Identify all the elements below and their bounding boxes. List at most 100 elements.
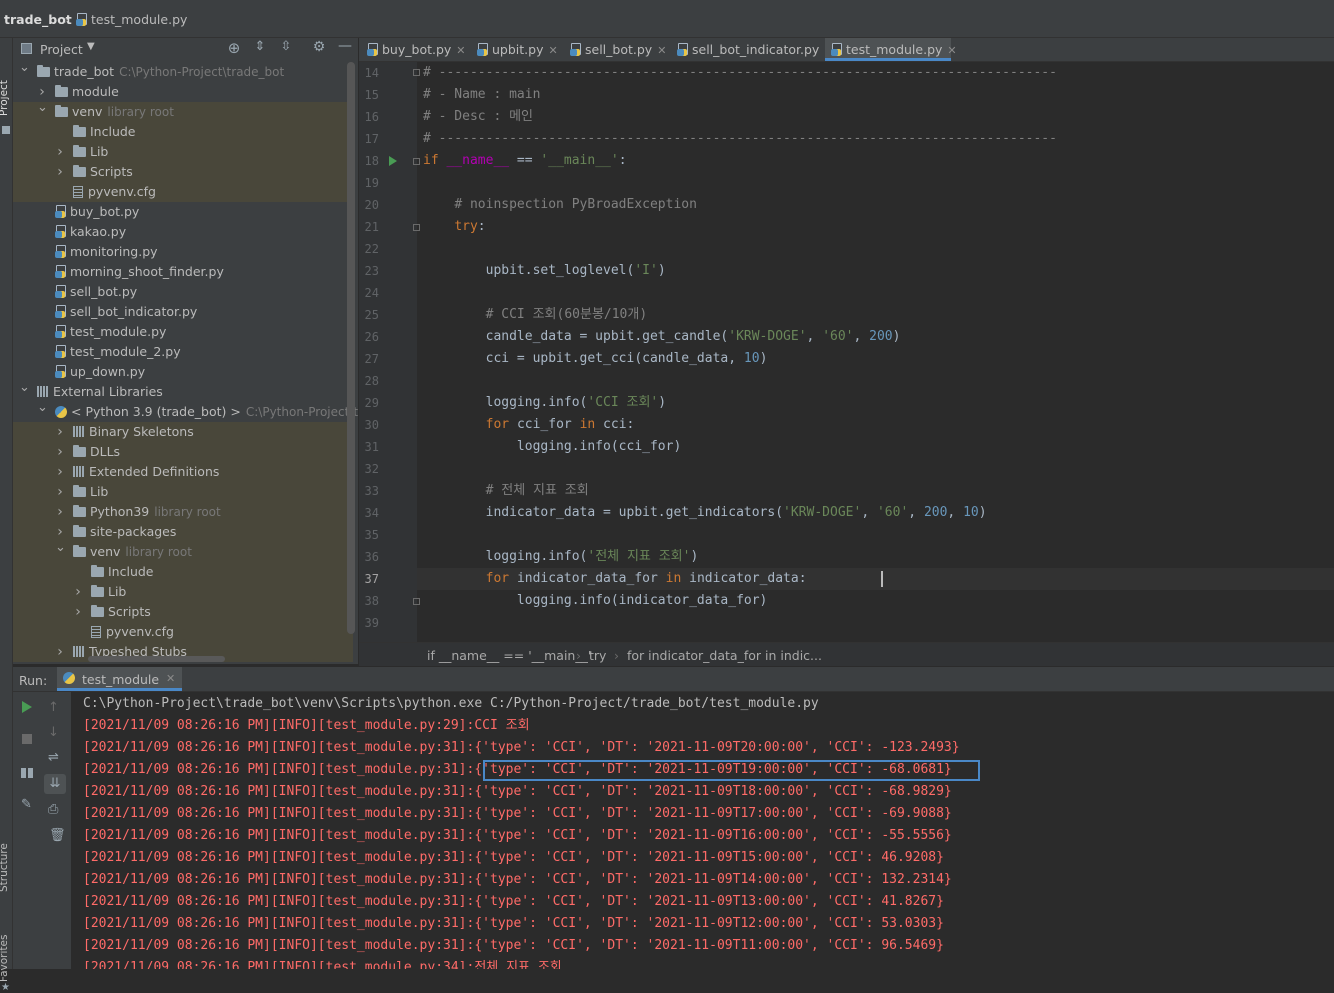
tree-item[interactable]: ⌄ trade_bot C:\Python-Project\trade_bot — [13, 60, 353, 82]
console-line: [2021/11/09 08:26:16 PM][INFO][test_modu… — [83, 828, 952, 843]
trash-icon[interactable]: 🗑 — [49, 828, 66, 843]
tree-item-hint: C:\Python-Project\trade_bot — [119, 65, 285, 79]
tree-item[interactable]: › DLLs — [13, 442, 353, 462]
breadcrumb-file[interactable]: test_module.py — [76, 12, 187, 27]
editor-breadcrumb-for[interactable]: for indicator_data_for in indic... — [627, 648, 822, 663]
stop-icon[interactable] — [22, 734, 32, 744]
tree-item[interactable]: pyvenv.cfg — [13, 182, 353, 202]
line-number: 33 — [364, 484, 379, 498]
tree-item[interactable]: Include — [13, 122, 353, 142]
tree-item[interactable]: ⌄ External Libraries — [13, 380, 353, 402]
fold-marker-icon[interactable] — [413, 69, 420, 76]
chevron-down-icon[interactable]: ▼ — [87, 41, 95, 52]
tree-item[interactable]: ⌄ < Python 3.9 (trade_bot) > C:\Python-Pro… — [13, 400, 385, 422]
chevron-down-icon[interactable]: ⌄ — [19, 378, 30, 398]
tree-item[interactable]: sell_bot.py — [13, 282, 353, 302]
project-scrollbar[interactable] — [347, 62, 355, 634]
tree-item[interactable]: test_module.py — [13, 322, 353, 342]
chevron-right-icon[interactable]: › — [55, 642, 65, 662]
tree-item[interactable]: › Scripts — [13, 602, 353, 622]
folder-icon — [73, 485, 86, 497]
gear-icon[interactable]: ⚙ — [311, 39, 327, 55]
chevron-down-icon[interactable]: ⌄ — [37, 398, 48, 418]
python-file-icon — [570, 43, 582, 56]
restore-layout-icon[interactable] — [21, 768, 33, 778]
chevron-right-icon[interactable]: › — [55, 162, 65, 182]
tree-item[interactable]: monitoring.py — [13, 242, 353, 262]
collapse-all-icon[interactable]: ⇳ — [278, 39, 294, 54]
tree-item[interactable]: › Lib — [13, 142, 353, 162]
fold-marker-icon[interactable] — [413, 158, 420, 165]
chevron-right-icon[interactable]: › — [55, 502, 65, 522]
breadcrumb-project[interactable]: trade_bot — [4, 12, 72, 27]
editor-breadcrumb-try[interactable]: try — [589, 648, 606, 663]
editor-breadcrumb-separator-icon: › — [614, 648, 619, 663]
tree-item-label: pyvenv.cfg — [88, 184, 156, 199]
chevron-right-icon[interactable]: › — [55, 442, 65, 462]
editor-tab-upbit-py[interactable]: upbit.py ✕ — [471, 38, 558, 61]
close-icon[interactable]: ✕ — [548, 44, 557, 57]
tree-item[interactable]: › Lib — [13, 582, 353, 602]
run-console[interactable]: C:\Python-Project\trade_bot\venv\Scripts… — [71, 692, 1334, 969]
project-view-selector[interactable]: Project — [40, 42, 83, 57]
chevron-down-icon[interactable]: ⌄ — [55, 538, 66, 558]
tree-item[interactable]: up_down.py — [13, 362, 353, 382]
tree-item[interactable]: › Python39 library root — [13, 502, 353, 522]
folder-icon — [73, 125, 86, 137]
chevron-right-icon[interactable]: › — [55, 482, 65, 502]
soft-wrap-icon[interactable]: ⇌ — [48, 750, 59, 765]
rerun-icon[interactable] — [22, 701, 32, 713]
print-icon[interactable]: ⎙ — [48, 802, 58, 817]
close-icon[interactable]: ✕ — [947, 44, 956, 57]
tree-item[interactable]: › module — [13, 82, 353, 102]
run-gutter-icon[interactable] — [389, 156, 397, 166]
close-icon[interactable]: ✕ — [166, 672, 175, 685]
run-tab-test-module[interactable]: test_module ✕ — [57, 667, 182, 691]
code-editor[interactable]: 14 15 16 17 18 19 20 21 22 23 24 25 26 27 28 29 30 31 32 33… — [359, 62, 1334, 642]
chevron-right-icon[interactable]: › — [55, 422, 65, 442]
tree-item[interactable]: Include — [13, 562, 353, 582]
tree-item[interactable]: morning_shoot_finder.py — [13, 262, 353, 282]
fold-marker-icon[interactable] — [413, 598, 420, 605]
tree-item[interactable]: › Binary Skeletons — [13, 422, 353, 442]
code-token: indicator_data = upbit.get_indicators( — [423, 505, 784, 520]
chevron-right-icon[interactable]: › — [73, 602, 83, 622]
scroll-to-end-icon[interactable]: ⇊ — [44, 774, 66, 794]
code-token: # - Name : main — [423, 87, 541, 102]
favorites-tool-tab[interactable]: Favorites — [0, 935, 10, 982]
close-icon[interactable]: ✕ — [456, 44, 465, 57]
arrow-down-icon[interactable]: ↓ — [48, 725, 59, 740]
tree-item[interactable]: › Lib — [13, 482, 353, 502]
tree-item[interactable]: ⌄ venv library root — [13, 100, 353, 122]
project-tool-tab[interactable]: Project — [0, 80, 10, 116]
tree-item[interactable]: pyvenv.cfg — [13, 622, 353, 642]
editor-breadcrumb-if[interactable]: if __name__ == '__main__' — [427, 648, 591, 663]
expand-all-icon[interactable]: ⇕ — [252, 39, 268, 54]
tree-item[interactable]: test_module_2.py — [13, 342, 353, 362]
close-icon[interactable]: ✕ — [657, 44, 666, 57]
fold-marker-icon[interactable] — [413, 224, 420, 231]
run-label: Run: — [19, 673, 48, 688]
arrow-up-icon[interactable]: ↑ — [48, 700, 59, 715]
tree-item[interactable]: kakao.py — [13, 222, 353, 242]
editor-tab-buy_bot-py[interactable]: buy_bot.py ✕ — [361, 38, 466, 61]
editor-tab-sell_bot-py[interactable]: sell_bot.py ✕ — [564, 38, 666, 61]
editor-tab-sell_bot_indicator-py[interactable]: sell_bot_indicator.py✕ — [671, 38, 834, 61]
tree-item[interactable]: › Extended Definitions — [13, 462, 353, 482]
minimize-icon[interactable]: — — [337, 38, 353, 54]
tree-item[interactable]: › Scripts — [13, 162, 353, 182]
chevron-down-icon[interactable]: ⌄ — [37, 98, 48, 118]
tree-item[interactable]: buy_bot.py — [13, 202, 353, 222]
project-horizontal-scrollbar[interactable] — [88, 656, 225, 662]
structure-tool-tab[interactable]: Structure — [0, 843, 10, 892]
pin-icon[interactable]: ✎ — [21, 797, 32, 812]
chevron-right-icon[interactable]: › — [55, 142, 65, 162]
chevron-right-icon[interactable]: › — [55, 462, 65, 482]
chevron-right-icon[interactable]: › — [73, 582, 83, 602]
locate-file-icon[interactable]: ⊕ — [226, 39, 242, 57]
editor-tab-test_module-py[interactable]: test_module.py ✕ — [825, 38, 957, 61]
tree-item[interactable]: ⌄ venv library root — [13, 540, 353, 562]
tree-item[interactable]: sell_bot_indicator.py — [13, 302, 353, 322]
chevron-down-icon[interactable]: ⌄ — [19, 58, 30, 78]
